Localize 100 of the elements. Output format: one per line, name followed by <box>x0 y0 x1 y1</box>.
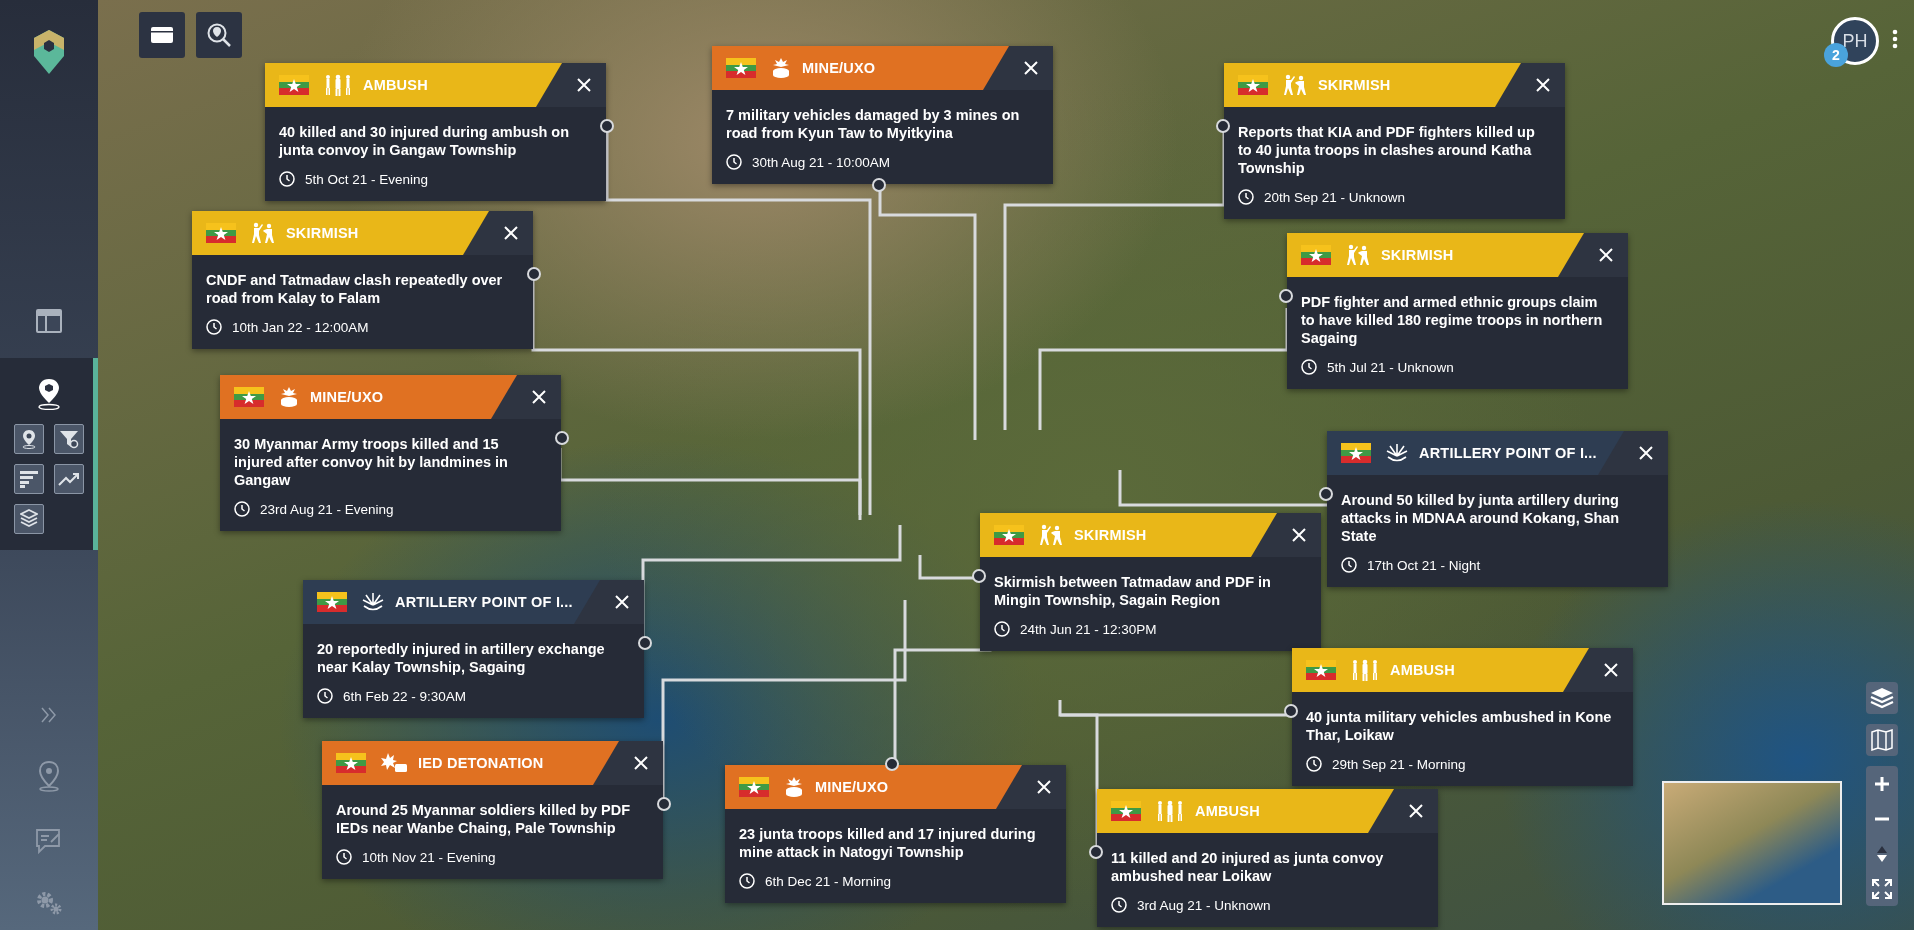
event-time: 20th Sep 21 - Unknown <box>1264 189 1406 205</box>
connector-dot <box>885 757 899 771</box>
flag-icon <box>206 223 236 243</box>
event-summary: 20 reportedly injured in artillery exchange near Kalay Township, Sagaing <box>316 640 606 676</box>
category-label: SKIRMISH <box>1318 77 1391 93</box>
trend-icon <box>58 471 80 487</box>
event-time: 10th Nov 21 - Evening <box>362 849 496 865</box>
fighters-icon <box>250 222 276 244</box>
category-label: AMBUSH <box>1390 662 1455 678</box>
soldiers-icon <box>1155 800 1185 822</box>
flag-icon <box>317 592 347 612</box>
event-time: 6th Dec 21 - Morning <box>765 873 892 889</box>
event-summary: 11 killed and 20 injured as junta convoy ambushed near Loikaw <box>1110 849 1385 885</box>
window-icon <box>150 26 174 44</box>
event-time: 3rd Aug 21 - Unknown <box>1137 897 1271 913</box>
clock-icon <box>317 688 333 704</box>
event-summary: 23 junta troops killed and 17 injured during mine attack in Natogyi Township <box>738 825 1037 861</box>
mine-icon <box>783 776 805 798</box>
category-label: MINE/UXO <box>310 389 384 405</box>
close-icon <box>532 390 546 404</box>
category-label: SKIRMISH <box>286 225 359 241</box>
clock-icon <box>1341 557 1357 573</box>
layers-button[interactable] <box>1866 682 1898 714</box>
close-icon <box>1536 78 1550 92</box>
location-pin-icon[interactable] <box>37 760 61 792</box>
flag-icon <box>279 75 309 95</box>
map-nav[interactable] <box>0 358 98 550</box>
layout-icon <box>35 308 63 334</box>
clock-icon <box>994 621 1010 637</box>
event-summary: Skirmish between Tatmadaw and PDF in Mingin Township, Sagain Region <box>993 573 1272 609</box>
search-icon <box>206 22 232 48</box>
clock-icon <box>336 849 352 865</box>
clock-icon <box>206 319 222 335</box>
bars-icon <box>19 470 39 488</box>
event-summary: 40 killed and 30 injured during ambush on junta convoy in Gangaw Township <box>277 123 571 159</box>
bar-list-button[interactable] <box>14 464 44 494</box>
category-label: SKIRMISH <box>1074 527 1147 543</box>
category-label: IED DETONATION <box>418 755 544 771</box>
pin-tool-button[interactable] <box>14 424 44 454</box>
clock-icon <box>279 171 295 187</box>
close-icon <box>1604 663 1618 677</box>
flag-icon <box>336 753 366 773</box>
plus-icon <box>1874 775 1890 792</box>
fighters-icon <box>1345 244 1371 266</box>
map-pin-icon <box>36 378 62 410</box>
event-time: 17th Oct 21 - Night <box>1367 557 1481 573</box>
artillery-burst-icon <box>1385 442 1409 464</box>
category-label: MINE/UXO <box>802 60 876 76</box>
fullscreen-icon <box>1872 878 1892 899</box>
flag-icon <box>1238 75 1268 95</box>
event-time: 6th Feb 22 - 9:30AM <box>343 688 467 704</box>
panel-toggle-button[interactable] <box>139 12 185 58</box>
event-summary: 7 military vehicles damaged by 3 mines on road from Kyun Taw to Myitkyina <box>725 106 1021 142</box>
close-icon <box>577 78 591 92</box>
minus-icon <box>1874 816 1890 821</box>
clock-icon <box>1238 189 1254 205</box>
close-icon <box>1599 248 1613 262</box>
flag-icon <box>1306 660 1336 680</box>
close-icon <box>1409 804 1423 818</box>
event-summary: 40 junta military vehicles ambushed in Kone Thar, Loikaw <box>1305 708 1613 744</box>
event-summary: Reports that KIA and PDF fighters killed up to 40 junta troops in clashes around Katha Township <box>1237 123 1536 177</box>
category-label: MINE/UXO <box>815 779 889 795</box>
flag-icon <box>726 58 756 78</box>
soldiers-icon <box>1350 659 1380 681</box>
flag-icon <box>1301 245 1331 265</box>
clock-icon <box>1301 359 1317 375</box>
category-label: SKIRMISH <box>1381 247 1454 263</box>
pin-icon <box>21 429 37 449</box>
folded-map-icon <box>1871 729 1893 751</box>
filter-icon <box>59 429 79 449</box>
close-icon <box>1639 446 1653 460</box>
event-summary: PDF fighter and armed ethnic groups claim to have killed 180 regime troops in northern Sagaing <box>1300 293 1604 347</box>
clock-icon <box>1306 756 1322 772</box>
filter-settings-button[interactable] <box>54 424 84 454</box>
more-menu-icon[interactable] <box>1892 29 1898 49</box>
location-search-button[interactable] <box>196 12 242 58</box>
layers-tool-button[interactable] <box>14 504 44 534</box>
event-summary: Around 50 killed by junta artillery during attacks in MDNAA around Kokang, Shan State <box>1340 491 1621 545</box>
artillery-burst-icon <box>361 591 385 613</box>
category-label: ARTILLERY POINT OF I... <box>395 594 573 610</box>
event-summary: CNDF and Tatmadaw clash repeatedly over road from Kalay to Falam <box>205 271 504 307</box>
close-icon <box>1024 61 1038 75</box>
soldiers-icon <box>323 74 353 96</box>
trend-chart-button[interactable] <box>54 464 84 494</box>
basemap-button[interactable] <box>1866 724 1898 756</box>
compass-icon <box>1876 844 1888 863</box>
event-time: 5th Oct 21 - Evening <box>305 171 429 187</box>
fighters-icon <box>1038 524 1064 546</box>
category-label: AMBUSH <box>1195 803 1260 819</box>
flag-icon <box>994 525 1024 545</box>
double-chevron-icon[interactable] <box>40 706 58 724</box>
flag-icon <box>1111 801 1141 821</box>
close-icon <box>615 595 629 609</box>
event-time: 10th Jan 22 - 12:00AM <box>232 319 369 335</box>
event-time: 30th Aug 21 - 10:00AM <box>752 154 891 170</box>
close-icon <box>1292 528 1306 542</box>
event-time: 5th Jul 21 - Unknown <box>1327 359 1454 375</box>
close-icon <box>634 756 648 770</box>
clock-icon <box>726 154 742 170</box>
event-time: 23rd Aug 21 - Evening <box>260 501 394 517</box>
